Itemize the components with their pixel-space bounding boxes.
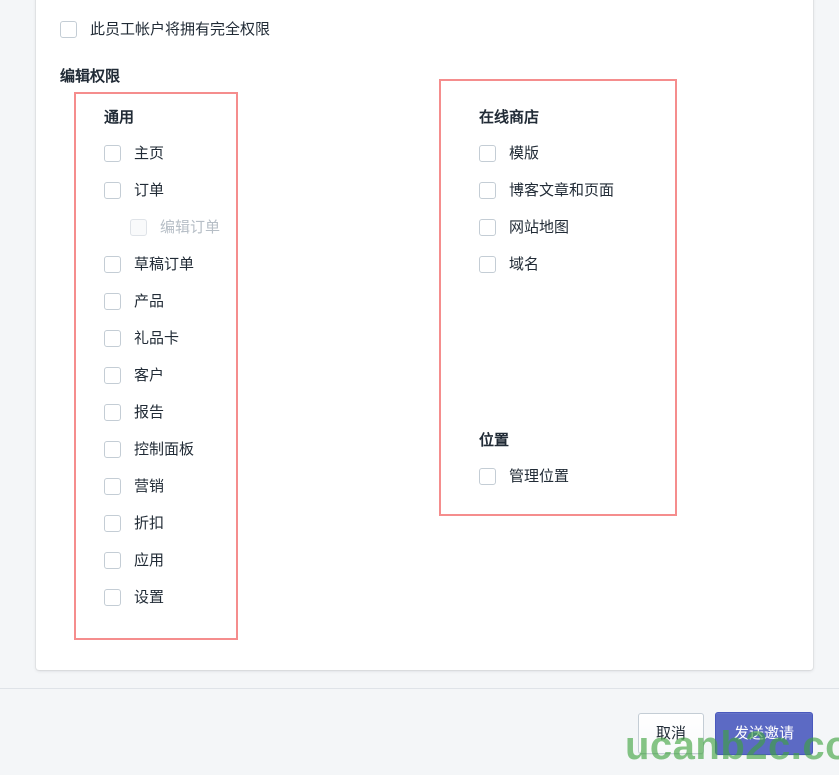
permission-checkbox[interactable] [104,403,121,421]
permission-row: 编辑订单 [130,217,220,237]
permission-checkbox[interactable] [104,514,121,532]
permission-row[interactable]: 设置 [104,587,220,607]
permission-label: 编辑订单 [160,218,221,236]
permission-label: 订单 [134,181,165,199]
permission-label: 设置 [134,588,165,606]
group-title-locations: 位置 [479,432,510,449]
permission-checkbox[interactable] [479,467,496,485]
group-title-general: 通用 [104,109,135,126]
permission-row[interactable]: 主页 [104,143,220,163]
permission-row[interactable]: 礼品卡 [104,328,220,348]
permission-label: 网站地图 [509,218,570,236]
permission-label: 草稿订单 [134,255,195,273]
permission-label: 域名 [509,255,540,273]
permission-row[interactable]: 报告 [104,402,220,422]
permission-list-online-store: 模版博客文章和页面 网站地图域名 [479,143,614,274]
permission-row[interactable]: 营销 [104,476,220,496]
permission-checkbox[interactable] [104,144,121,162]
cancel-button[interactable]: 取消 [637,713,704,754]
permission-row[interactable]: 客户 [104,365,220,385]
permission-label: 应用 [134,551,165,569]
group-title-online-store: 在线商店 [479,109,540,126]
permission-group-general: 通用 主页订单编辑订单草稿订单产品礼品卡客户报告控制面板营销折扣应用设置 [104,110,220,607]
send-invite-button[interactable]: 发送邀请 [714,712,813,755]
permission-checkbox [130,218,147,236]
permission-row[interactable]: 网站地图 [479,217,614,237]
permission-checkbox[interactable] [104,255,121,273]
permission-checkbox[interactable] [104,366,121,384]
permission-label: 模版 [509,144,540,162]
permission-label: 控制面板 [134,440,195,458]
permission-checkbox[interactable] [104,551,121,569]
full-access-label: 此员工帐户将拥有完全权限 [90,21,271,38]
permission-row[interactable]: 博客文章和页面 [479,180,614,200]
permission-row[interactable]: 草稿订单 [104,254,220,274]
permission-row[interactable]: 模版 [479,143,614,163]
permission-row[interactable]: 控制面板 [104,439,220,459]
permission-label: 客户 [134,366,165,384]
footer-divider [0,688,839,689]
permission-row[interactable]: 应用 [104,550,220,570]
permission-checkbox[interactable] [104,588,121,606]
permission-checkbox[interactable] [104,477,121,495]
permission-label: 折扣 [134,514,165,532]
permission-checkbox[interactable] [104,440,121,458]
footer-actions: 取消 发送邀请 [637,712,813,755]
permission-checkbox[interactable] [479,255,496,273]
permission-row[interactable]: 折扣 [104,513,220,533]
permissions-card: 此员工帐户将拥有完全权限 编辑权限 通用 主页订单编辑订单草稿订单产品礼品卡客户… [36,0,813,670]
permission-row[interactable]: 产品 [104,291,220,311]
permission-label: 管理位置 [509,467,570,485]
permission-checkbox[interactable] [479,218,496,236]
permission-row[interactable]: 管理位置 [479,466,569,486]
permission-checkbox[interactable] [479,181,496,199]
permission-label: 营销 [134,477,165,495]
permission-label: 礼品卡 [134,329,180,347]
permission-checkbox[interactable] [104,329,121,347]
permission-checkbox[interactable] [479,144,496,162]
permission-row[interactable]: 订单 [104,180,220,200]
permission-label: 博客文章和页面 [509,181,615,199]
permission-label: 报告 [134,403,165,421]
permission-list-general: 主页订单编辑订单草稿订单产品礼品卡客户报告控制面板营销折扣应用设置 [104,143,220,607]
edit-permissions-title: 编辑权限 [60,68,121,85]
permission-label: 主页 [134,144,165,162]
permission-checkbox[interactable] [104,181,121,199]
full-access-row[interactable]: 此员工帐户将拥有完全权限 [60,21,270,38]
permission-label: 产品 [134,292,165,310]
full-access-checkbox[interactable] [60,21,77,38]
permission-list-locations: 管理位置 [479,466,569,486]
permission-group-online-store: 在线商店 模版博客文章和页面 网站地图域名 [479,110,614,274]
permission-row[interactable]: 域名 [479,254,614,274]
permission-group-locations: 位置 管理位置 [479,433,569,486]
permission-checkbox[interactable] [104,292,121,310]
